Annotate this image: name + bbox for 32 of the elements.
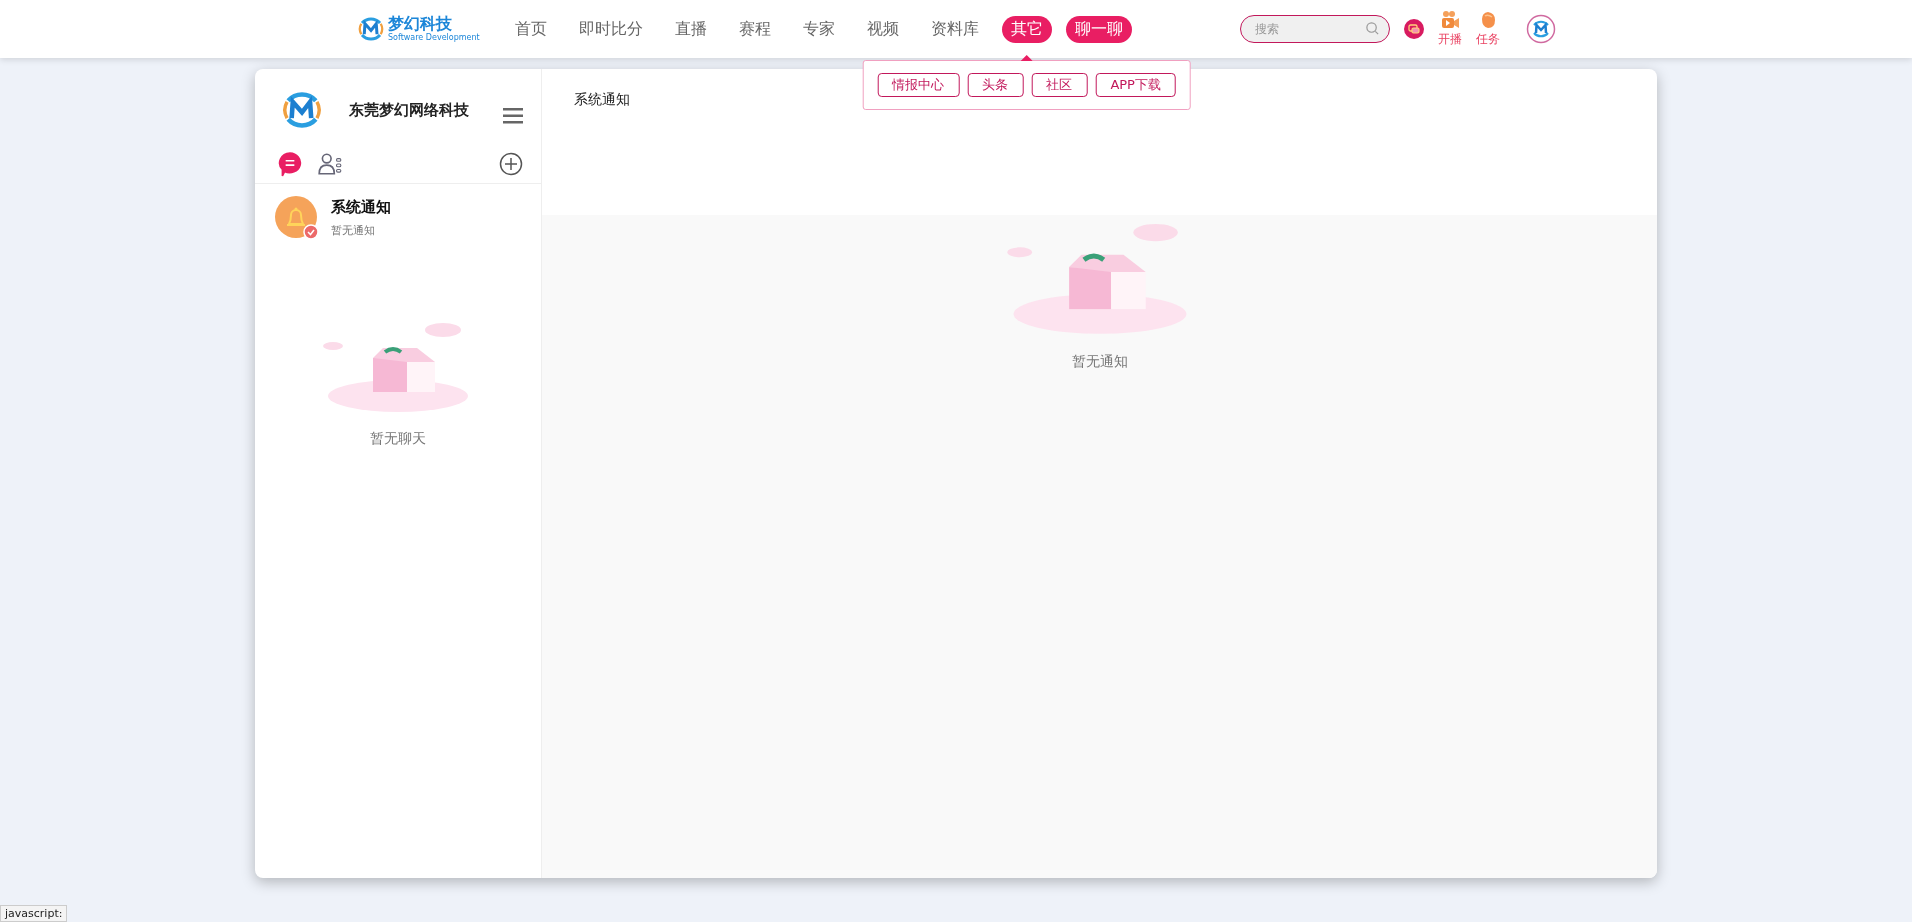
nav-link[interactable]: 即时比分 bbox=[569, 15, 652, 43]
pointer-icon bbox=[1020, 54, 1033, 61]
chat-bubble-icon[interactable] bbox=[1404, 19, 1424, 39]
nav-link[interactable]: 其它 bbox=[1001, 15, 1052, 43]
nav-link[interactable]: 赛程 bbox=[729, 15, 780, 43]
conversation-item[interactable]: 系统通知 暂无通知 bbox=[255, 184, 541, 252]
add-icon[interactable] bbox=[499, 152, 523, 176]
company-name: 东莞梦幻网络科技 bbox=[349, 100, 469, 120]
menu-icon[interactable] bbox=[503, 108, 523, 124]
panel-title: 系统通知 bbox=[574, 91, 630, 107]
logo-subtitle: Software Development bbox=[388, 34, 480, 42]
nav-link[interactable]: 专家 bbox=[793, 15, 844, 43]
contacts-tab-icon[interactable] bbox=[317, 151, 343, 177]
nav-link[interactable]: 直播 bbox=[665, 15, 716, 43]
logo-title: 梦幻科技 bbox=[388, 16, 453, 32]
nav-link[interactable]: 聊一聊 bbox=[1065, 15, 1132, 43]
video-camera-icon[interactable] bbox=[1440, 10, 1460, 30]
avatar-icon[interactable] bbox=[1526, 14, 1556, 44]
search-field[interactable]: 搜索 bbox=[1240, 15, 1390, 43]
empty-message: 暂无通知 bbox=[1071, 353, 1128, 371]
conversation-preview: 暂无通知 bbox=[331, 223, 376, 238]
action-label[interactable]: 任务 bbox=[1476, 31, 1500, 48]
nav-link[interactable]: 首页 bbox=[505, 15, 556, 43]
nav-link[interactable]: 资料库 bbox=[921, 15, 988, 43]
conversation-name: 系统通知 bbox=[331, 198, 391, 217]
action-label[interactable]: 开播 bbox=[1438, 31, 1462, 48]
chat-tab-icon[interactable] bbox=[277, 151, 303, 177]
nav-link[interactable]: 视频 bbox=[857, 15, 908, 43]
empty-message: 暂无聊天 bbox=[370, 430, 426, 448]
bell-avatar-icon bbox=[275, 196, 319, 240]
status-bar: javascript: bbox=[0, 905, 68, 922]
logo-icon[interactable] bbox=[356, 14, 386, 44]
